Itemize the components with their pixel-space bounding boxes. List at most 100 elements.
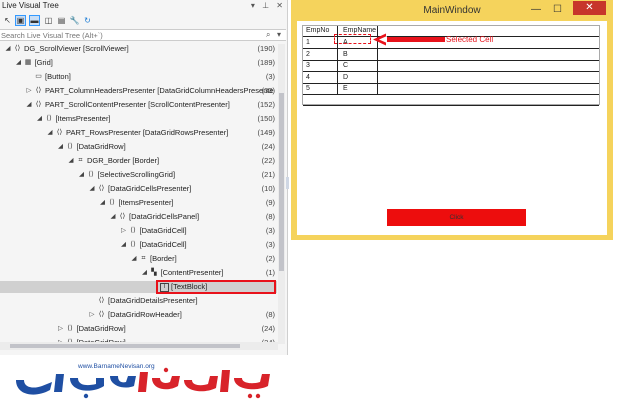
preview-selection-icon[interactable]: ◫ [43, 15, 54, 26]
collapse-arrow-icon[interactable]: ◢ [78, 169, 86, 181]
tree-node[interactable]: ▷⟨⟩[DataGridRow] (24) [0, 323, 277, 335]
border-icon: ⌗ [141, 255, 146, 262]
collapse-arrow-icon[interactable]: ◢ [99, 197, 107, 209]
grid-icon: ▦ [24, 59, 32, 66]
tree-node[interactable]: ⟨⟩ [DataGridDetailsPresenter] [0, 295, 277, 307]
settings-icon[interactable]: 🔧 [69, 15, 80, 26]
tree-node[interactable]: ◢ ⟨⟩ [DataGridCellsPresenter] (10) [0, 183, 277, 195]
tree-node-label: DGR_Border [Border] [87, 156, 160, 165]
collapse-arrow-icon[interactable]: ◢ [46, 127, 54, 139]
tree-node-label: [Button] [45, 72, 71, 81]
tree-node-count: (190) [257, 44, 275, 53]
tree-node-label: [DataGridCell] [139, 240, 187, 249]
panel-title: Live Visual Tree [2, 1, 59, 10]
tree-node[interactable]: ◢ ⟨⟩ [ItemsPresenter] (9) [0, 197, 277, 209]
tree-node[interactable]: ◢ ⟨⟩ [SelectiveScrollingGrid] (21) [0, 169, 277, 181]
search-options-icon[interactable]: ▾ [277, 30, 281, 40]
window-client-area: EmpNo EmpName 1A2B3C4D5E Selected Cell C… [297, 21, 607, 235]
tree-node-label: [ItemsPresenter] [118, 198, 174, 207]
code-icon: ⟨⟩ [98, 185, 105, 192]
window-title: MainWindow [423, 5, 481, 16]
tree-node[interactable]: ▷ ⟨⟩ [DataGridRowHeader] (8) [0, 309, 277, 321]
tree-node-count: (2) [265, 254, 275, 263]
close-icon[interactable]: ✕ [276, 1, 283, 10]
selected-node-highlight [156, 280, 276, 294]
search-icon[interactable]: ⌕ [266, 30, 270, 40]
tree-node-count: (3) [265, 72, 275, 81]
collapse-arrow-icon[interactable]: ◢ [109, 211, 117, 223]
tree-node[interactable]: ◢ ⟨⟩ [ItemsPresenter] (150) [0, 113, 277, 125]
column-header-empno[interactable]: EmpNo [306, 26, 329, 36]
tree-node[interactable]: ◢ ⟨⟩ DG_ScrollViewer [ScrollViewer] (190) [0, 43, 277, 55]
tree-node[interactable]: ◢ ⟨⟩ [DataGridCellsPanel] (8) [0, 211, 277, 223]
track-focus-icon[interactable]: ▬ [29, 15, 40, 26]
tree-node[interactable]: ◢ ⟨⟩ [DataGridRow] (24) [0, 141, 277, 153]
tree-node[interactable]: ▭ [Button] (3) [0, 71, 277, 83]
click-button[interactable]: Click [387, 209, 526, 226]
tree-node-count: (1) [265, 268, 275, 277]
code-icon: ⟨⟩ [98, 297, 105, 304]
tree-node-count: (22) [261, 156, 275, 165]
collapse-arrow-icon[interactable]: ◢ [67, 155, 75, 167]
selected-cell-highlight [334, 34, 371, 44]
collapse-arrow-icon[interactable]: ◢ [88, 183, 96, 195]
tree-node-label: [DataGridRow] [76, 142, 126, 151]
code-icon: ⟨⟩ [109, 199, 115, 206]
new-row-divider [303, 104, 599, 106]
show-just-my-xaml-icon[interactable]: ▤ [56, 15, 67, 26]
expand-arrow-icon[interactable]: ▷ [88, 309, 96, 321]
main-window: MainWindow — ☐ ✕ EmpNo EmpName 1A2B3C4D5… [291, 0, 613, 240]
tree-node[interactable]: ◢ ⟨⟩ PART_ScrollContentPresenter [ScrollCo… [0, 99, 277, 111]
tree-node-label: [DataGridDetailsPresenter] [108, 296, 198, 305]
collapse-arrow-icon[interactable]: ◢ [15, 57, 23, 69]
tree-node[interactable]: ▷ ⟨⟩ [DataGridCell] (3) [0, 225, 277, 237]
tree-node-label: [ContentPresenter] [160, 268, 224, 277]
tree-node-label: PART_ColumnHeadersPresenter [DataGridCol… [45, 86, 274, 95]
horizontal-scrollbar-thumb[interactable] [10, 344, 240, 348]
display-adorners-icon[interactable]: ▣ [15, 15, 26, 26]
splitter-handle[interactable] [286, 177, 289, 189]
minimize-button[interactable]: — [531, 4, 541, 15]
collapse-arrow-icon[interactable]: ◢ [25, 99, 33, 111]
tree-node-label: [DataGridRowHeader] [108, 310, 182, 319]
tree-node[interactable]: ◢ ⟨⟩ [DataGridCell] (3) [0, 239, 277, 251]
select-element-icon[interactable]: ↖ [2, 15, 13, 26]
code-icon: ⟨⟩ [67, 325, 73, 332]
code-icon: ⟨⟩ [119, 213, 126, 220]
collapse-arrow-icon[interactable]: ◢ [120, 239, 128, 251]
tree-node-label: PART_ScrollContentPresenter [ScrollConte… [45, 100, 230, 109]
expand-arrow-icon[interactable]: ▷ [25, 85, 33, 97]
search-input[interactable] [1, 30, 263, 40]
tree-node-count: (150) [257, 114, 275, 123]
tree-node[interactable]: ▷ ⟨⟩ PART_ColumnHeadersPresenter [DataGrid… [0, 85, 277, 97]
refresh-icon[interactable]: ↻ [82, 15, 93, 26]
vertical-scrollbar-thumb[interactable] [279, 93, 284, 271]
expand-arrow-icon[interactable]: ▷ [57, 323, 65, 335]
annotation-arrow-icon [373, 33, 445, 46]
collapse-arrow-icon[interactable]: ◢ [57, 141, 65, 153]
collapse-arrow-icon[interactable]: ◢ [130, 253, 138, 265]
tree-node-label: [DataGridCellsPresenter] [108, 184, 192, 193]
code-icon: ⟨⟩ [35, 101, 42, 108]
tree-node-count: (24) [261, 142, 275, 151]
tree-node-label: [DataGridCellsPanel] [129, 212, 200, 221]
expand-arrow-icon[interactable]: ▷ [120, 225, 128, 237]
tree-node-count: (152) [257, 100, 275, 109]
tree-node[interactable]: ◢ ⌗ [Border] (2) [0, 253, 277, 265]
maximize-button[interactable]: ☐ [553, 4, 562, 15]
collapse-arrow-icon[interactable]: ◢ [36, 113, 44, 125]
collapse-arrow-icon[interactable]: ◢ [4, 43, 12, 55]
code-icon: ⟨⟩ [35, 87, 42, 94]
tree-node-count: (33) [261, 86, 275, 95]
tree-node-count: (10) [261, 184, 275, 193]
code-icon: ⟨⟩ [88, 171, 94, 178]
close-window-button[interactable]: ✕ [573, 1, 606, 15]
live-visual-tree-toolbar: ↖ ▣ ▬ ◫ ▤ 🔧 ↻ [0, 13, 287, 28]
tree-node[interactable]: ◢ ▦ [Grid] (189) [0, 57, 277, 69]
collapse-arrow-icon[interactable]: ◢ [141, 267, 149, 279]
dropdown-icon[interactable]: ▾ [251, 1, 255, 10]
tree-node[interactable]: ◢ ⟨⟩ PART_RowsPresenter [DataGridRowsPrese… [0, 127, 277, 139]
tree-node[interactable]: ◢ ⌗ DGR_Border [Border] (22) [0, 155, 277, 167]
tree-node[interactable]: ◢ ▚ [ContentPresenter] (1) [0, 267, 277, 279]
pin-icon[interactable]: ⊥ [262, 1, 269, 10]
